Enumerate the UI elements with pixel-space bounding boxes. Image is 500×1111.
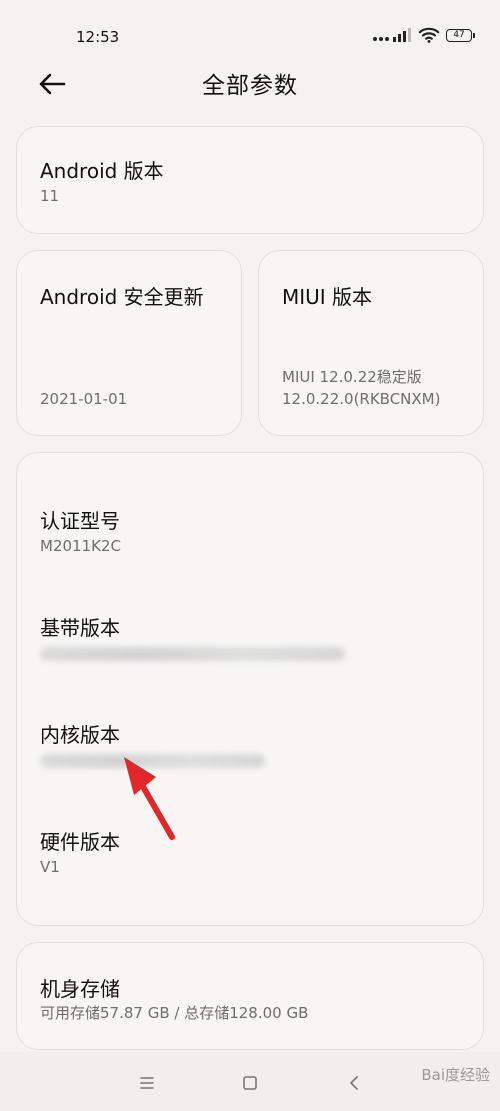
chevron-left-icon[interactable]: [340, 1068, 370, 1098]
security-update-card[interactable]: Android 安全更新 2021-01-01: [16, 250, 242, 436]
miui-version-title: MIUI 版本: [282, 285, 373, 309]
security-update-value: 2021-01-01: [40, 390, 128, 408]
signal-icon: [373, 28, 411, 42]
wifi-icon: [418, 27, 440, 43]
android-version-card[interactable]: Android 版本 11: [16, 126, 484, 234]
battery-level: 47: [453, 30, 465, 40]
navigation-bar: Bai度经验: [0, 1052, 500, 1111]
baseband-title: 基带版本: [40, 616, 120, 640]
storage-title: 机身存储: [40, 977, 120, 1001]
baseband-value-blurred: [40, 647, 345, 661]
storage-value: 可用存储57.87 GB / 总存储128.00 GB: [40, 1004, 309, 1022]
security-update-title: Android 安全更新: [40, 285, 204, 309]
page-title: 全部参数: [202, 73, 298, 99]
hardware-value: V1: [40, 858, 60, 876]
model-title: 认证型号: [40, 509, 120, 533]
android-version-value: 11: [40, 187, 60, 205]
annotation-arrow: [124, 757, 175, 840]
kernel-title: 内核版本: [40, 723, 120, 747]
storage-card[interactable]: 机身存储 可用存储57.87 GB / 总存储128.00 GB: [16, 942, 484, 1050]
battery-icon: 47: [446, 29, 475, 42]
miui-version-value-line2: 12.0.22.0(RKBCNXM): [282, 390, 441, 408]
android-version-title: Android 版本: [40, 159, 164, 183]
miui-version-card[interactable]: MIUI 版本 MIUI 12.0.22稳定版 12.0.22.0(RKBCNX…: [258, 250, 484, 436]
details-card: 认证型号 M2011K2C 基带版本 内核版本 硬件版本 V1: [16, 452, 484, 926]
miui-version-value-line1: MIUI 12.0.22稳定版: [282, 368, 422, 386]
model-value: M2011K2C: [40, 537, 121, 555]
watermark: Bai度经验: [421, 1066, 490, 1084]
status-time: 12:53: [76, 28, 120, 46]
menu-icon[interactable]: [132, 1068, 162, 1098]
hardware-title: 硬件版本: [40, 830, 120, 854]
status-bar: 12:53 47: [0, 0, 500, 72]
home-icon[interactable]: [235, 1068, 265, 1098]
